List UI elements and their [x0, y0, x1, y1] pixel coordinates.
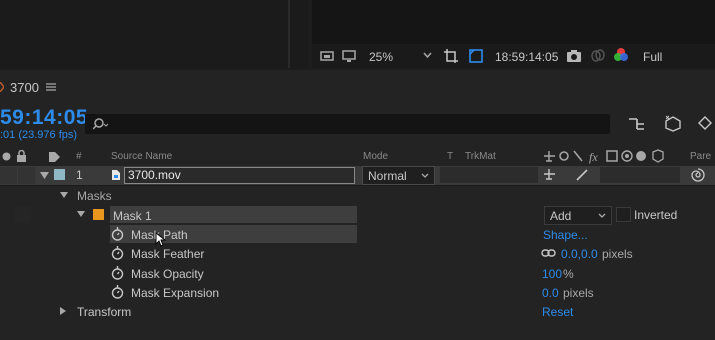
layer-label-color[interactable]	[54, 169, 65, 180]
region-of-interest-icon[interactable]	[443, 48, 459, 64]
transform-reset-link[interactable]: Reset	[542, 305, 573, 319]
viewer-toolbar: 25% 18:59:14:05 Full	[312, 44, 715, 68]
solo-icon	[2, 152, 11, 161]
quality-switch-icon[interactable]	[575, 168, 589, 182]
pick-whip-icon[interactable]	[690, 167, 706, 183]
column-t: T	[447, 151, 454, 162]
transparency-grid-icon[interactable]	[468, 48, 484, 64]
property-row-mask-expansion[interactable]: Mask Expansion 0.0 pixels	[0, 283, 715, 302]
mask-mode-dropdown[interactable]: Add	[544, 206, 612, 225]
property-value[interactable]: 100	[542, 267, 562, 281]
mask-row[interactable]: Mask 1 Add Inverted	[0, 205, 715, 225]
shy-switch-icon[interactable]	[543, 168, 557, 182]
property-name: Mask Opacity	[131, 267, 204, 281]
property-unit: %	[563, 267, 574, 281]
chevron-down-icon	[598, 213, 606, 218]
search-input[interactable]	[85, 114, 610, 134]
property-unit: pixels	[563, 286, 594, 300]
layer-row[interactable]: 1 3700.mov Normal	[0, 166, 715, 186]
timeline-tab-bar: 3700	[0, 78, 715, 100]
av-switch[interactable]	[0, 167, 17, 184]
property-row-mask-path[interactable]: Mask Path Shape...	[0, 225, 715, 247]
column-number: #	[76, 151, 82, 162]
lock-switch[interactable]	[18, 167, 35, 184]
property-row-mask-feather[interactable]: Mask Feather 0.0,0.0 pixels	[0, 244, 715, 263]
monitor-icon[interactable]	[342, 49, 356, 63]
mask-name: Mask 1	[113, 209, 152, 223]
property-row-mask-opacity[interactable]: Mask Opacity 100 %	[0, 264, 715, 283]
column-mode: Mode	[363, 151, 389, 162]
stopwatch-icon[interactable]	[111, 266, 124, 280]
panel-menu-icon[interactable]	[46, 83, 56, 91]
inverted-checkbox[interactable]	[616, 207, 631, 222]
trkmat-field[interactable]	[440, 167, 538, 183]
twirl-closed-icon[interactable]	[60, 307, 67, 315]
footage-file-icon	[112, 170, 120, 180]
motion-blur-icon[interactable]	[696, 114, 715, 132]
zoom-level[interactable]: 25%	[369, 50, 393, 64]
project-panel	[0, 0, 308, 68]
property-unit: pixels	[602, 247, 633, 261]
property-value[interactable]: Shape...	[543, 228, 588, 242]
chevron-down-icon[interactable]	[423, 52, 432, 59]
resolution-dropdown[interactable]: Full	[643, 50, 662, 64]
twirl-open-icon[interactable]	[40, 172, 49, 180]
frame-rate-display: :01 (23.976 fps)	[0, 129, 78, 141]
blend-mode-value: Normal	[368, 169, 407, 183]
camera-icon[interactable]	[566, 48, 582, 63]
viewer-timecode[interactable]: 18:59:14:05	[495, 50, 558, 64]
layer-switches-icons: fx	[544, 149, 664, 164]
search-icon	[93, 118, 109, 130]
property-value[interactable]: 0.0,0.0	[561, 247, 598, 261]
color-channels-icon[interactable]	[613, 47, 629, 63]
mask-name-field[interactable]: Mask 1	[110, 206, 357, 223]
tab-composition[interactable]: 3700	[10, 80, 39, 95]
draft-3d-icon[interactable]	[664, 114, 682, 132]
property-value[interactable]: 0.0	[542, 286, 559, 300]
chevron-down-icon	[421, 173, 429, 178]
masks-group-row[interactable]: Masks	[0, 186, 715, 205]
constrain-link-icon[interactable]	[541, 248, 556, 258]
property-name: Mask Feather	[131, 247, 205, 261]
layer-name: 3700.mov	[128, 168, 181, 182]
column-source-name[interactable]: Source Name	[111, 151, 172, 162]
twirl-open-icon[interactable]	[60, 192, 68, 199]
mask-solo-switch[interactable]	[14, 206, 31, 223]
lock-icon	[17, 150, 26, 162]
twirl-open-icon[interactable]	[77, 211, 85, 218]
layer-number: 1	[76, 168, 83, 182]
composition-flowchart-icon[interactable]	[628, 116, 646, 132]
stopwatch-icon[interactable]	[111, 246, 124, 260]
blend-mode-dropdown[interactable]: Normal	[362, 166, 435, 185]
stopwatch-icon[interactable]	[111, 285, 124, 299]
mask-mode-value: Add	[550, 209, 572, 223]
switches-field[interactable]	[600, 167, 680, 183]
panel-divider[interactable]	[288, 0, 290, 68]
current-time-display[interactable]: 59:14:05	[0, 106, 88, 130]
mask-color-swatch[interactable]	[93, 209, 104, 220]
transform-label: Transform	[77, 305, 132, 319]
property-name: Mask Expansion	[131, 286, 220, 300]
timeline-column-header: # Source Name Mode T TrkMat fx Pare	[0, 148, 715, 167]
stopwatch-icon[interactable]	[111, 227, 124, 241]
show-snapshot-icon[interactable]	[590, 48, 606, 63]
column-parent: Pare	[690, 151, 712, 162]
close-icon[interactable]	[0, 82, 4, 92]
always-preview-icon[interactable]	[320, 49, 334, 63]
column-trkmat: TrkMat	[465, 151, 496, 162]
masks-group-label: Masks	[77, 189, 112, 203]
svg-text:fx: fx	[589, 150, 598, 164]
transform-group-row[interactable]: Transform Reset	[0, 302, 715, 321]
inverted-label: Inverted	[634, 208, 678, 222]
label-tag-icon	[49, 152, 60, 162]
layer-name-field[interactable]: 3700.mov	[124, 167, 355, 184]
